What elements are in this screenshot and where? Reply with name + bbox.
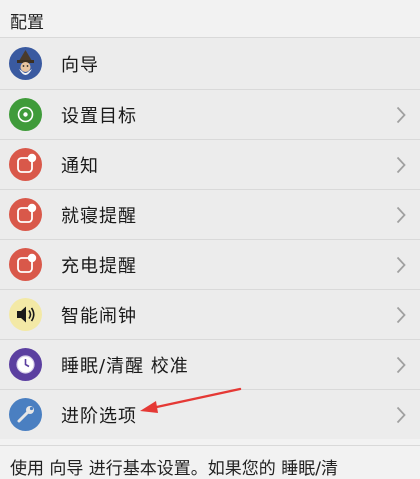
menu-item-sleep-calibration[interactable]: 睡眠/清醒 校准 [0, 339, 420, 389]
menu-item-label: 睡眠/清醒 校准 [61, 355, 189, 377]
wizard-icon [9, 47, 42, 80]
section-title: 配置 [10, 13, 44, 33]
clock-icon [9, 348, 42, 381]
chevron-right-icon [396, 306, 406, 323]
chevron-right-icon [396, 256, 406, 273]
menu-item-charging-reminder[interactable]: 充电提醒 [0, 239, 420, 289]
speaker-icon [9, 298, 42, 331]
menu-item-label: 通知 [61, 155, 99, 177]
notification-icon [9, 198, 42, 231]
chevron-right-icon [396, 356, 406, 373]
menu-item-label: 智能闹钟 [61, 305, 137, 327]
menu-item-advanced-options[interactable]: 进阶选项 [0, 389, 420, 439]
menu-item-label: 进阶选项 [61, 405, 137, 427]
footer-description: 使用 向导 进行基本设置。如果您的 睡眠/清 [0, 445, 420, 479]
menu-item-label: 向导 [61, 54, 99, 76]
menu-item-bedtime-reminder[interactable]: 就寝提醒 [0, 189, 420, 239]
menu-item-label: 设置目标 [61, 105, 137, 127]
section-header: 配置 [0, 0, 420, 37]
notification-icon [9, 248, 42, 281]
menu-item-notifications[interactable]: 通知 [0, 139, 420, 189]
menu-item-label: 就寝提醒 [61, 205, 137, 227]
menu-item-smart-alarm[interactable]: 智能闹钟 [0, 289, 420, 339]
menu-item-set-goal[interactable]: 设置目标 [0, 89, 420, 139]
menu-item-wizard[interactable]: 向导 [0, 37, 420, 89]
notification-icon [9, 148, 42, 181]
settings-list: 向导 设置目标 通知 就寝提醒 充电提醒 智能闹钟 睡眠/清醒 校准 进阶选项 [0, 37, 420, 439]
footer-text: 使用 向导 进行基本设置。如果您的 睡眠/清 [10, 459, 338, 479]
chevron-right-icon [396, 206, 406, 223]
chevron-right-icon [396, 406, 406, 423]
chevron-right-icon [396, 106, 406, 123]
target-icon [9, 98, 42, 131]
wrench-icon [9, 398, 42, 431]
chevron-right-icon [396, 156, 406, 173]
menu-item-label: 充电提醒 [61, 255, 137, 277]
